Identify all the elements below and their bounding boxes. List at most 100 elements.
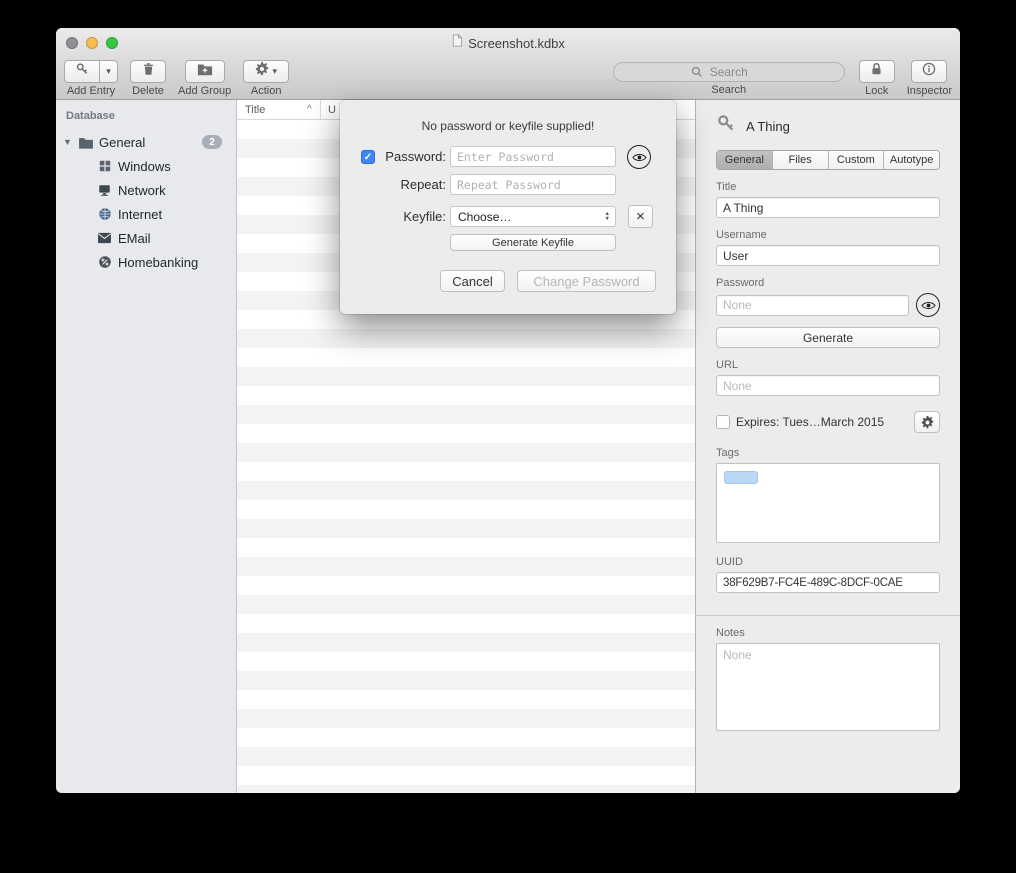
title-field-label: Title [716,181,940,193]
lock-button[interactable] [859,60,895,83]
sidebar-item-email[interactable]: EMail [72,226,236,250]
expires-row: Expires: Tues…March 2015 [716,411,940,433]
inspector-tabs: General Files Custom Autotype [716,150,940,170]
expires-checkbox[interactable] [716,415,730,429]
eye-icon [921,300,936,311]
generate-keyfile-button[interactable]: Generate Keyfile [450,234,616,251]
notes-field[interactable] [716,643,940,731]
generate-password-button[interactable]: Generate [716,327,940,348]
sidebar: Database ▼ General 2 Windows [56,100,237,793]
show-password-button[interactable] [916,293,940,317]
dialog-password-label: Password: [380,146,446,167]
key-icon [716,114,736,139]
sidebar-item-label: Windows [118,159,236,174]
expires-settings-button[interactable] [914,411,940,433]
add-entry-group: Add Entry [64,60,118,97]
dialog-repeat-input[interactable] [450,174,616,195]
password-checkbox[interactable] [361,150,375,164]
search-label: Search [711,84,746,96]
tab-general[interactable]: General [717,151,772,169]
titlebar: Screenshot.kdbx [56,28,960,58]
toolbar: Add Entry Delete [56,58,960,100]
key-plus-icon [75,62,90,82]
add-entry-dropdown-button[interactable] [100,60,118,83]
divider [696,615,960,616]
sidebar-item-label: Internet [118,207,236,222]
document-icon [451,34,463,52]
sidebar-item-homebanking[interactable]: Homebanking [72,250,236,274]
change-password-dialog: No password or keyfile supplied! Passwor… [340,100,676,314]
sort-ascending-icon: ^ [307,100,312,120]
sidebar-item-label: Homebanking [118,255,236,270]
folder-icon [77,134,94,150]
tag-chip[interactable] [724,471,758,484]
toolbar-right: Search Lock [613,60,952,97]
clear-keyfile-button[interactable] [628,205,653,228]
dialog-repeat-label: Repeat: [380,174,446,195]
expires-label: Expires: Tues…March 2015 [736,415,908,429]
cancel-button[interactable]: Cancel [440,270,505,292]
envelope-icon [96,230,113,246]
column-header-title[interactable]: Title [245,100,265,120]
delete-button[interactable] [130,60,166,83]
action-label: Action [251,85,282,97]
search-group: Search [613,60,845,96]
delete-label: Delete [132,85,164,97]
search-input[interactable] [613,62,845,82]
tags-label: Tags [716,447,940,459]
tags-box[interactable] [716,463,940,543]
lock-group: Lock [859,60,895,97]
username-field-label: Username [716,229,940,241]
sidebar-item-windows[interactable]: Windows [72,154,236,178]
url-field-label: URL [716,359,940,371]
entry-count-badge: 2 [202,135,222,149]
gear-icon [255,62,269,81]
lock-label: Lock [865,85,888,97]
username-field[interactable] [716,245,940,266]
sidebar-item-network[interactable]: Network [72,178,236,202]
entry-header: A Thing [716,114,940,138]
add-group-label: Add Group [178,85,231,97]
inspector-button[interactable] [911,60,947,83]
dialog-keyfile-label: Keyfile: [380,206,446,227]
sidebar-item-label: EMail [118,231,236,246]
app-window: Screenshot.kdbx Add Entry [56,28,960,793]
keyfile-dropdown[interactable]: Choose… ▲▼ [450,206,616,227]
window-title: Screenshot.kdbx [468,36,565,51]
window-header: Screenshot.kdbx Add Entry [56,28,960,100]
sidebar-item-label: Network [118,183,236,198]
inspector-panel: A Thing General Files Custom Autotype Ti… [695,100,960,793]
add-entry-button[interactable] [64,60,100,83]
title-field[interactable] [716,197,940,218]
disclosure-triangle-icon[interactable]: ▼ [63,137,77,147]
globe-icon [96,206,113,222]
action-button[interactable] [243,60,289,83]
tab-autotype[interactable]: Autotype [883,151,939,169]
add-group-button[interactable] [185,60,225,83]
uuid-label: UUID [716,556,940,568]
sidebar-item-label: General [99,135,202,150]
desktop: Screenshot.kdbx Add Entry [0,0,1016,873]
windows-icon [96,158,113,174]
uuid-field[interactable] [716,572,940,593]
sidebar-item-internet[interactable]: Internet [72,202,236,226]
change-password-button[interactable]: Change Password [517,270,656,292]
percent-coin-icon [96,254,113,270]
add-group-group: Add Group [178,60,231,97]
lock-icon [870,62,883,81]
url-field[interactable] [716,375,940,396]
tab-custom[interactable]: Custom [828,151,884,169]
sidebar-item-general[interactable]: ▼ General 2 [56,130,236,154]
dialog-show-password-button[interactable] [627,145,651,169]
inspector-group: Inspector [907,60,952,97]
tab-files[interactable]: Files [772,151,828,169]
action-group: Action [243,60,289,97]
dialog-password-input[interactable] [450,146,616,167]
inspector-label: Inspector [907,85,952,97]
delete-group: Delete [130,60,166,97]
stepper-icon: ▲▼ [605,212,610,222]
eye-icon [632,152,647,163]
password-field-label: Password [716,277,940,289]
password-field[interactable] [716,295,909,316]
add-entry-label: Add Entry [67,85,115,97]
